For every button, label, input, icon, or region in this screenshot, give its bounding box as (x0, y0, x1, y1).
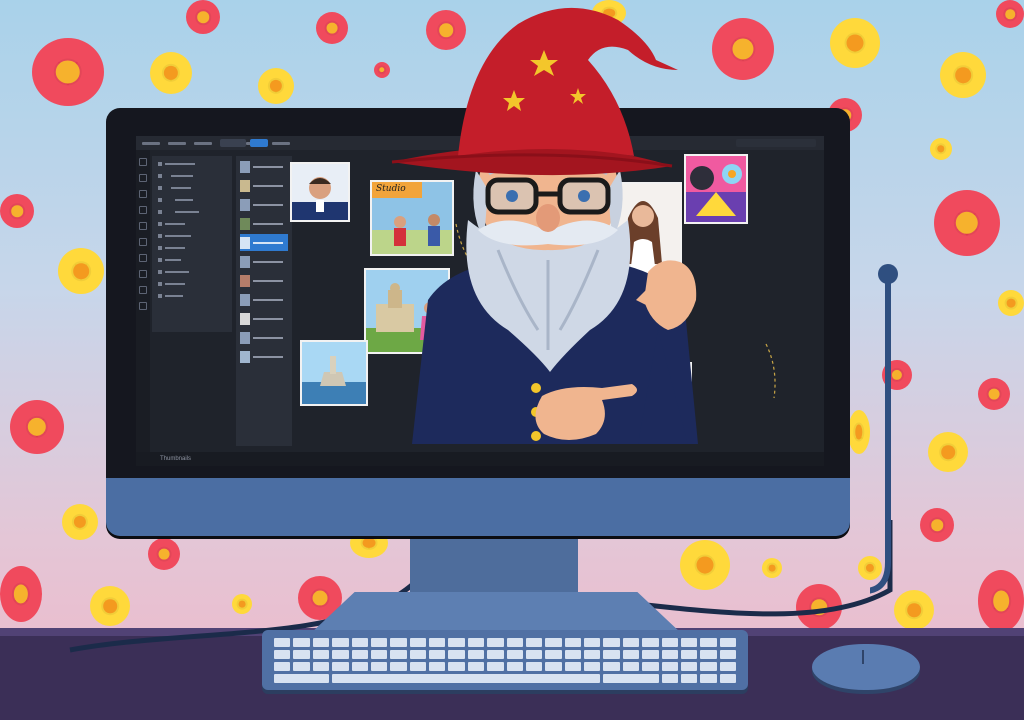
flower-icon (712, 18, 774, 80)
list-item[interactable] (240, 215, 288, 232)
tree-item[interactable] (158, 291, 226, 300)
tool-icon[interactable] (139, 286, 147, 294)
menu-item[interactable] (272, 141, 290, 145)
menu-item[interactable] (194, 141, 212, 145)
tree-item[interactable] (158, 231, 226, 240)
tree-item[interactable] (158, 183, 226, 192)
tool-icon[interactable] (139, 158, 147, 166)
toolbar-button-active[interactable] (250, 139, 268, 147)
toolbar-icons[interactable] (736, 139, 816, 147)
list-item[interactable] (240, 196, 288, 213)
list-item[interactable] (240, 310, 288, 327)
computer-mouse[interactable] (812, 644, 920, 690)
flower-icon (996, 0, 1024, 28)
flower-icon (150, 52, 192, 94)
folder-tree-panel (152, 156, 232, 332)
list-item[interactable] (240, 329, 288, 346)
tool-strip (136, 150, 150, 452)
tree-item[interactable] (158, 207, 226, 216)
flower-icon (934, 190, 1000, 256)
menu-item[interactable] (168, 141, 186, 145)
tool-icon[interactable] (139, 270, 147, 278)
list-item[interactable] (240, 158, 288, 175)
photo-portrait-man[interactable] (290, 162, 350, 222)
flower-icon (978, 378, 1010, 410)
wizard-character (391, 7, 698, 444)
cable (870, 264, 898, 594)
monitor-base (310, 592, 682, 634)
monitor-neck (410, 536, 578, 596)
tree-item[interactable] (158, 171, 226, 180)
flower-icon (998, 290, 1024, 316)
tree-item[interactable] (158, 279, 226, 288)
thumbnail-list-panel (236, 156, 292, 446)
flower-icon (10, 400, 64, 454)
flower-icon (940, 52, 986, 98)
keyboard[interactable] (262, 630, 748, 690)
tool-icon[interactable] (139, 238, 147, 246)
flower-icon (0, 566, 42, 622)
list-item[interactable] (240, 348, 288, 365)
status-bar: Thumbnails (136, 452, 824, 466)
tool-icon[interactable] (139, 206, 147, 214)
toolbar-button[interactable] (220, 139, 246, 147)
list-item[interactable] (240, 272, 288, 289)
tool-icon[interactable] (139, 254, 147, 262)
list-item[interactable] (240, 291, 288, 308)
list-item-selected[interactable] (240, 234, 288, 251)
keyboard-keys (274, 638, 736, 683)
monitor-chin (106, 478, 850, 536)
flower-icon (928, 432, 968, 472)
tree-item[interactable] (158, 243, 226, 252)
flower-icon (848, 410, 870, 454)
tree-item[interactable] (158, 159, 226, 168)
tree-item[interactable] (158, 267, 226, 276)
tool-icon[interactable] (139, 302, 147, 310)
status-text: Thumbnails (160, 456, 192, 462)
tool-icon[interactable] (139, 222, 147, 230)
flower-icon (186, 0, 220, 34)
tree-item[interactable] (158, 255, 226, 264)
flower-icon (32, 38, 104, 106)
flower-icon (930, 138, 952, 160)
tree-item[interactable] (158, 195, 226, 204)
flower-icon (830, 18, 880, 68)
list-item[interactable] (240, 253, 288, 270)
flower-icon (316, 12, 348, 44)
menu-item[interactable] (142, 141, 160, 145)
tree-item[interactable] (158, 219, 226, 228)
flower-icon (0, 194, 34, 228)
list-item[interactable] (240, 177, 288, 194)
tool-icon[interactable] (139, 174, 147, 182)
flower-icon (258, 68, 294, 104)
flower-icon (58, 248, 104, 294)
tool-icon[interactable] (139, 190, 147, 198)
photo-lighthouse[interactable] (300, 340, 368, 406)
